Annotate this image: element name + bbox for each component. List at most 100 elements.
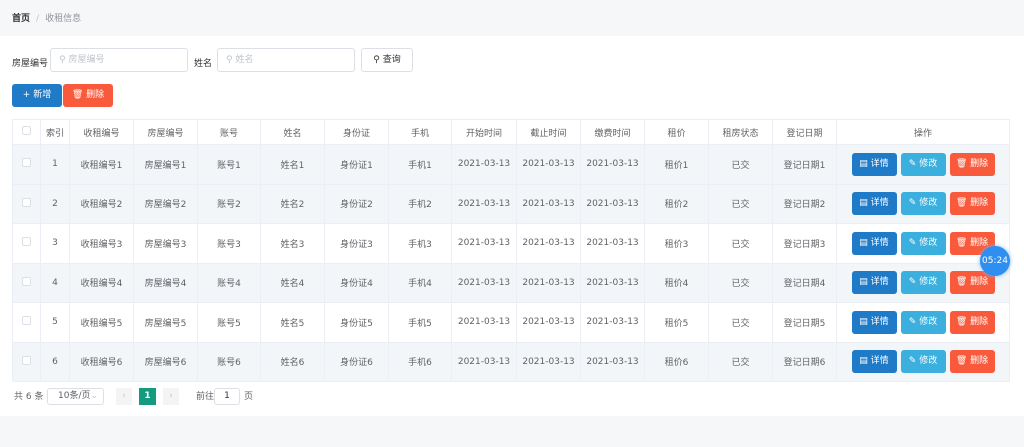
trash-icon: 🗑 [955,158,971,169]
table-cell: 租价4 [644,262,709,303]
table-row[interactable]: 2 收租编号2 房屋编号2 账号2 姓名2 身份证2 手机2 2021-03-13 2021-0… [12,183,1010,224]
table-cell: 账号1 [197,144,261,185]
name-input[interactable]: ⚲ 姓名 [217,48,355,72]
delete-button[interactable]: 🗑 删除 [949,192,995,216]
table-cell: 2021-03-13 [580,223,645,264]
table-row[interactable]: 3 收租编号3 房屋编号3 账号3 姓名3 身份证3 手机3 2021-03-13 2021-0… [12,223,1010,264]
next-page-button[interactable]: › [163,388,179,405]
detail-button[interactable]: ▤ 详情 [851,310,897,334]
row-checkbox[interactable] [22,276,31,286]
edit-button[interactable]: ✎ 修改 [900,152,946,176]
table-cell: 2021-03-13 [451,302,517,343]
table-cell: 身份证2 [324,183,389,224]
edit-button[interactable]: ✎ 修改 [900,310,946,334]
table-cell: 账号5 [197,302,261,343]
table-row[interactable]: 4 收租编号4 房屋编号4 账号4 姓名4 身份证4 手机4 2021-03-13 2021-0… [12,262,1010,303]
table-cell: 收租编号5 [69,302,134,343]
edit-button[interactable]: ✎ 修改 [900,192,946,216]
trash-icon: 🗑 [955,316,971,327]
table-cell: 房屋编号6 [133,341,198,382]
table-cell: 登记日期6 [772,341,837,382]
query-label: 查询 [382,55,401,65]
row-checkbox[interactable] [22,355,31,365]
timer-badge[interactable]: 05:24 [980,246,1010,276]
table-cell: 收租编号1 [69,144,134,185]
table-cell: 姓名5 [260,302,325,343]
column-header: 租房状态 [708,119,773,145]
pencil-icon: ✎ [908,158,920,169]
goto-suffix: 页 [244,392,254,402]
row-select-cell [12,302,41,343]
edit-button[interactable]: ✎ 修改 [900,231,946,255]
page-1-button[interactable]: 1 [139,388,156,405]
page-size-value: 10条/页 [58,391,91,401]
row-checkbox[interactable] [22,158,31,168]
total-count: 共 6 条 [14,392,44,402]
table-cell: 登记日期4 [772,262,837,303]
row-select-cell [12,183,41,224]
table-cell: 手机5 [388,302,452,343]
delete-button[interactable]: 🗑 删除 [949,310,995,334]
table-row[interactable]: 6 收租编号6 房屋编号6 账号6 姓名6 身份证6 手机6 2021-03-13 2021-0… [12,341,1010,382]
name-placeholder: 姓名 [235,55,254,65]
table-cell: 登记日期5 [772,302,837,343]
name-label: 姓名 [194,59,213,69]
delete-label: 删除 [970,237,989,248]
delete-button[interactable]: 🗑 删除 [949,271,995,295]
detail-button[interactable]: ▤ 详情 [851,271,897,295]
column-header: 房屋编号 [133,119,198,145]
table-cell: 身份证6 [324,341,389,382]
table-cell: 已交 [708,183,773,224]
delete-button[interactable]: 🗑 删除 [949,152,995,176]
query-button[interactable]: ⚲ 查询 [361,48,413,72]
delete-label: 删除 [970,316,989,327]
house-number-label: 房屋编号 [12,59,49,69]
house-number-input[interactable]: ⚲ 房屋编号 [50,48,188,72]
house-number-placeholder: 房屋编号 [68,55,105,65]
document-icon: ▤ [859,277,871,288]
prev-page-button[interactable]: ‹ [116,388,132,405]
delete-button[interactable]: 🗑 删除 [949,350,995,374]
delete-label: 删除 [970,158,989,169]
detail-label: 详情 [870,356,889,367]
chevron-down-icon: ⌄ [90,391,98,401]
detail-button[interactable]: ▤ 详情 [851,152,897,176]
row-checkbox[interactable] [22,237,31,247]
page-size-select[interactable]: 10条/页 ⌄ [47,388,104,405]
detail-button[interactable]: ▤ 详情 [851,231,897,255]
table-cell: 姓名3 [260,223,325,264]
breadcrumb-home[interactable]: 首页 [12,14,30,24]
batch-delete-button[interactable]: 🗑 删除 [63,84,113,107]
detail-button[interactable]: ▤ 详情 [851,192,897,216]
goto-page-input[interactable]: 1 [214,388,240,405]
actions-cell: ▤ 详情 ✎ 修改 🗑 删除 [836,183,1010,224]
table-cell: 手机4 [388,262,452,303]
delete-label: 删除 [86,90,105,100]
row-checkbox[interactable] [22,316,31,326]
row-select-cell [12,262,41,303]
trash-icon: 🗑 [955,198,971,209]
add-button[interactable]: + 新增 [12,84,62,107]
breadcrumb: 首页 / 收租信息 [12,11,81,24]
select-all-checkbox[interactable] [22,126,31,135]
document-icon: ▤ [859,158,871,169]
column-header: 收租编号 [69,119,134,145]
table-cell: 身份证3 [324,223,389,264]
row-select-cell [12,341,41,382]
table-cell: 已交 [708,144,773,185]
table-cell: 2021-03-13 [451,262,517,303]
detail-button[interactable]: ▤ 详情 [851,350,897,374]
edit-button[interactable]: ✎ 修改 [900,350,946,374]
table-cell: 2021-03-13 [580,341,645,382]
column-header: 身份证 [324,119,389,145]
edit-button[interactable]: ✎ 修改 [900,271,946,295]
table-row[interactable]: 1 收租编号1 房屋编号1 账号1 姓名1 身份证1 手机1 2021-03-13 2021-0… [12,144,1010,185]
edit-label: 修改 [919,198,938,209]
table-cell: 身份证5 [324,302,389,343]
row-select-cell [12,223,41,264]
table-cell: 手机3 [388,223,452,264]
row-checkbox[interactable] [22,197,31,207]
column-header: 索引 [40,119,70,145]
pencil-icon: ✎ [908,237,920,248]
table-row[interactable]: 5 收租编号5 房屋编号5 账号5 姓名5 身份证5 手机5 2021-03-13 2021-0… [12,302,1010,343]
